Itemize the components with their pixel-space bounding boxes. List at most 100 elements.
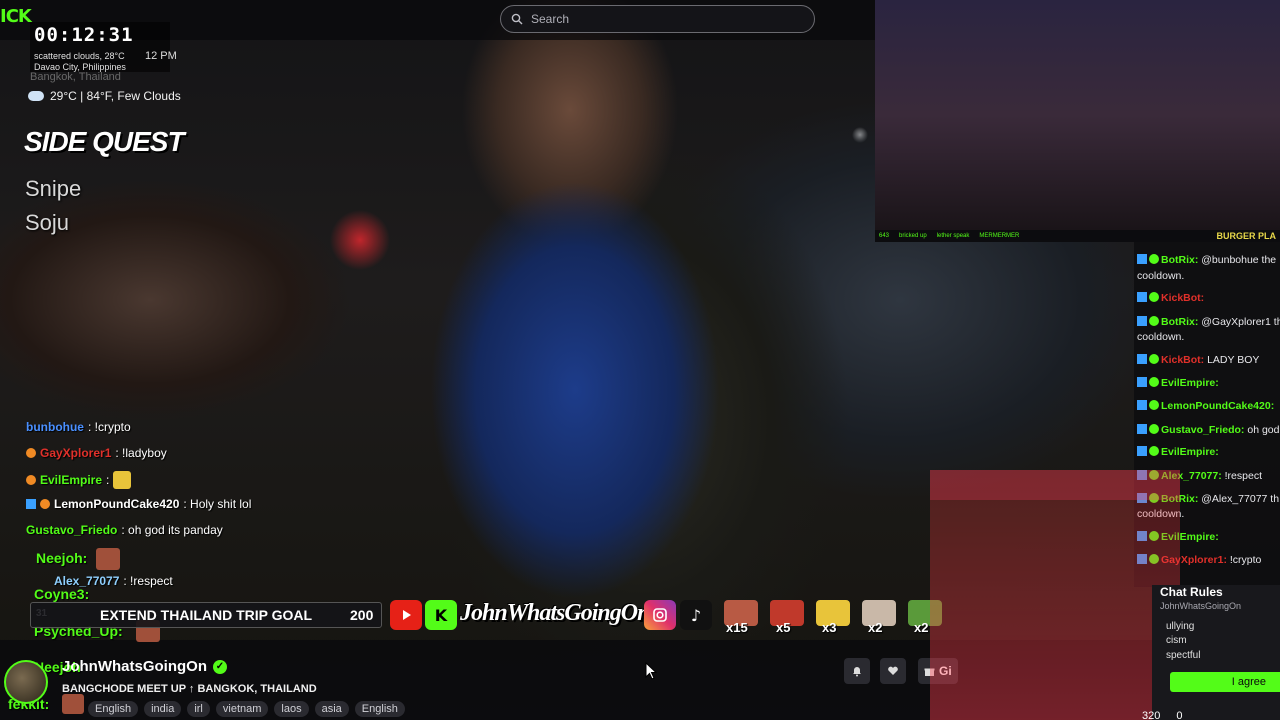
chat-user[interactable]: Gustavo_Friedo: (1161, 424, 1244, 436)
chat-message: BotRix: @bunbohue the (1137, 252, 1280, 268)
tag[interactable]: English (88, 701, 139, 717)
quest-item: Snipe (25, 176, 82, 201)
rule-line: spectful (1166, 650, 1201, 661)
tag[interactable]: English (354, 701, 405, 717)
overlay-name: Neejoh: (36, 550, 88, 566)
follow-button[interactable] (880, 658, 906, 684)
chat-message: KickBot: (1137, 290, 1280, 306)
stream-timer: 00:12:31 (34, 24, 134, 46)
chat-text: : !crypto (87, 420, 131, 434)
chat-text: : oh god its panday (121, 523, 223, 537)
badge-icon (26, 475, 36, 485)
instagram-icon (644, 600, 676, 630)
chat-user[interactable]: BotRix: (1161, 316, 1198, 328)
verified-icon: ✓ (212, 659, 227, 674)
strip-burger: BURGER PLA (1216, 231, 1276, 241)
tag[interactable]: irl (187, 701, 210, 717)
chat-rules-subtitle: JohnWhatsGoingOn (1160, 601, 1242, 611)
goal-value: 200 (350, 607, 374, 623)
emote-count: x5 (776, 620, 791, 635)
badge-icon (1137, 254, 1147, 264)
chat-user: LemonPoundCake420 (54, 497, 180, 511)
chat-text: : (106, 473, 110, 487)
badge-icon (1137, 446, 1147, 456)
tag[interactable]: vietnam (215, 701, 269, 717)
chat-user: GayXplorer1 (40, 446, 112, 460)
overlay-chat-line: EvilEmpire : (26, 471, 132, 489)
chat-message: KickBot: LADY BOY (1137, 352, 1280, 368)
overlay-chat-line: Gustavo_Friedo : oh god its panday (26, 523, 223, 537)
clock: 12 PM (145, 50, 177, 62)
stream-title: BANGCHODE MEET UP ↑ BANGKOK, THAILAND (62, 683, 317, 695)
emote-icon (96, 548, 120, 570)
chat-message: cooldown. (1137, 329, 1280, 345)
chat-user[interactable]: EvilEmpire: (1161, 377, 1219, 389)
location-ghost: Bangkok, Thailand (30, 71, 121, 83)
brand-name: JohnWhatsGoingOn (460, 600, 650, 626)
quest-item: Soju (25, 210, 70, 235)
search-input[interactable]: Search (500, 5, 815, 33)
verified-icon (1149, 400, 1159, 410)
chat-message: BotRix: @GayXplorer1 th (1137, 314, 1280, 330)
strip-count: 643 (879, 233, 890, 239)
side-quest-title: SIDE QUEST (24, 126, 185, 157)
badge-icon (1137, 292, 1147, 302)
chat-text: : !respect (123, 574, 173, 588)
chat-user[interactable]: KickBot: (1161, 354, 1204, 366)
badge-icon (1137, 316, 1147, 326)
emote-count: x3 (822, 620, 837, 635)
emote-count: x15 (726, 620, 748, 635)
camera-chat-strip: 643 bricked up lether speak MERMERMER BU… (875, 230, 1280, 242)
chat-user[interactable]: BotRix: (1161, 254, 1198, 266)
badge-icon (1137, 424, 1147, 434)
guest-camera (875, 0, 1280, 230)
notification-button[interactable] (844, 658, 870, 684)
badge-icon (26, 448, 36, 458)
chat-user[interactable]: KickBot: (1161, 292, 1204, 304)
verified-icon (1149, 254, 1159, 264)
chat-text: @GayXplorer1 th (1198, 316, 1280, 328)
chat-user: bunbohue (26, 420, 84, 434)
chat-message: EvilEmpire: (1137, 375, 1280, 391)
chat-user: Gustavo_Friedo (26, 523, 118, 537)
weather-text: 29°C | 84°F, Few Clouds (50, 89, 181, 103)
emote-count: x2 (914, 620, 929, 635)
chat-message: LemonPoundCake420: (1137, 398, 1280, 414)
rule-line: cism (1166, 635, 1187, 646)
tag-list: English india irl vietnam laos asia Engl… (88, 701, 405, 717)
emote-count: x2 (868, 620, 883, 635)
chat-text: @Alex_77077 th (1198, 493, 1280, 505)
chat-message: cooldown. (1137, 268, 1280, 284)
chat-text: : Holy shit lol (183, 497, 252, 511)
heart-icon (888, 666, 898, 675)
tag[interactable]: laos (274, 701, 309, 717)
chat-text: cooldown. (1137, 270, 1185, 282)
rule-line: ullying (1166, 621, 1195, 632)
chat-text: !respect (1221, 470, 1262, 482)
strip-item: lether speak (936, 233, 970, 239)
search-placeholder: Search (531, 12, 570, 26)
verified-icon (1149, 446, 1159, 456)
viewer-count-other: 0 (1176, 710, 1183, 720)
chat-user: EvilEmpire (40, 473, 103, 487)
channel-name[interactable]: JohnWhatsGoingOn ✓ (62, 658, 227, 675)
chat-rules-title: Chat Rules (1160, 585, 1223, 599)
tag[interactable]: india (144, 701, 182, 717)
channel-avatar[interactable] (4, 660, 48, 704)
emote-icon (113, 471, 132, 489)
chat-user[interactable]: EvilEmpire: (1161, 446, 1219, 458)
weather-small: scattered clouds, 28°C Davao City, Phili… (34, 51, 126, 73)
streamer-webcam (930, 470, 1180, 720)
cursor-icon (645, 662, 657, 680)
verified-icon (1149, 292, 1159, 302)
search-icon (511, 13, 523, 25)
chat-text: : !ladyboy (115, 446, 167, 460)
verified-icon (1149, 354, 1159, 364)
kick-logo: ICK (0, 6, 32, 27)
agree-button[interactable]: I agree (1170, 672, 1280, 692)
chat-message: Gustavo_Friedo: oh god its par (1137, 422, 1280, 438)
youtube-icon (390, 600, 422, 630)
chat-user[interactable]: LemonPoundCake420: (1161, 400, 1274, 412)
overlay-name: Coyne3: (34, 586, 90, 602)
tag[interactable]: asia (314, 701, 349, 717)
